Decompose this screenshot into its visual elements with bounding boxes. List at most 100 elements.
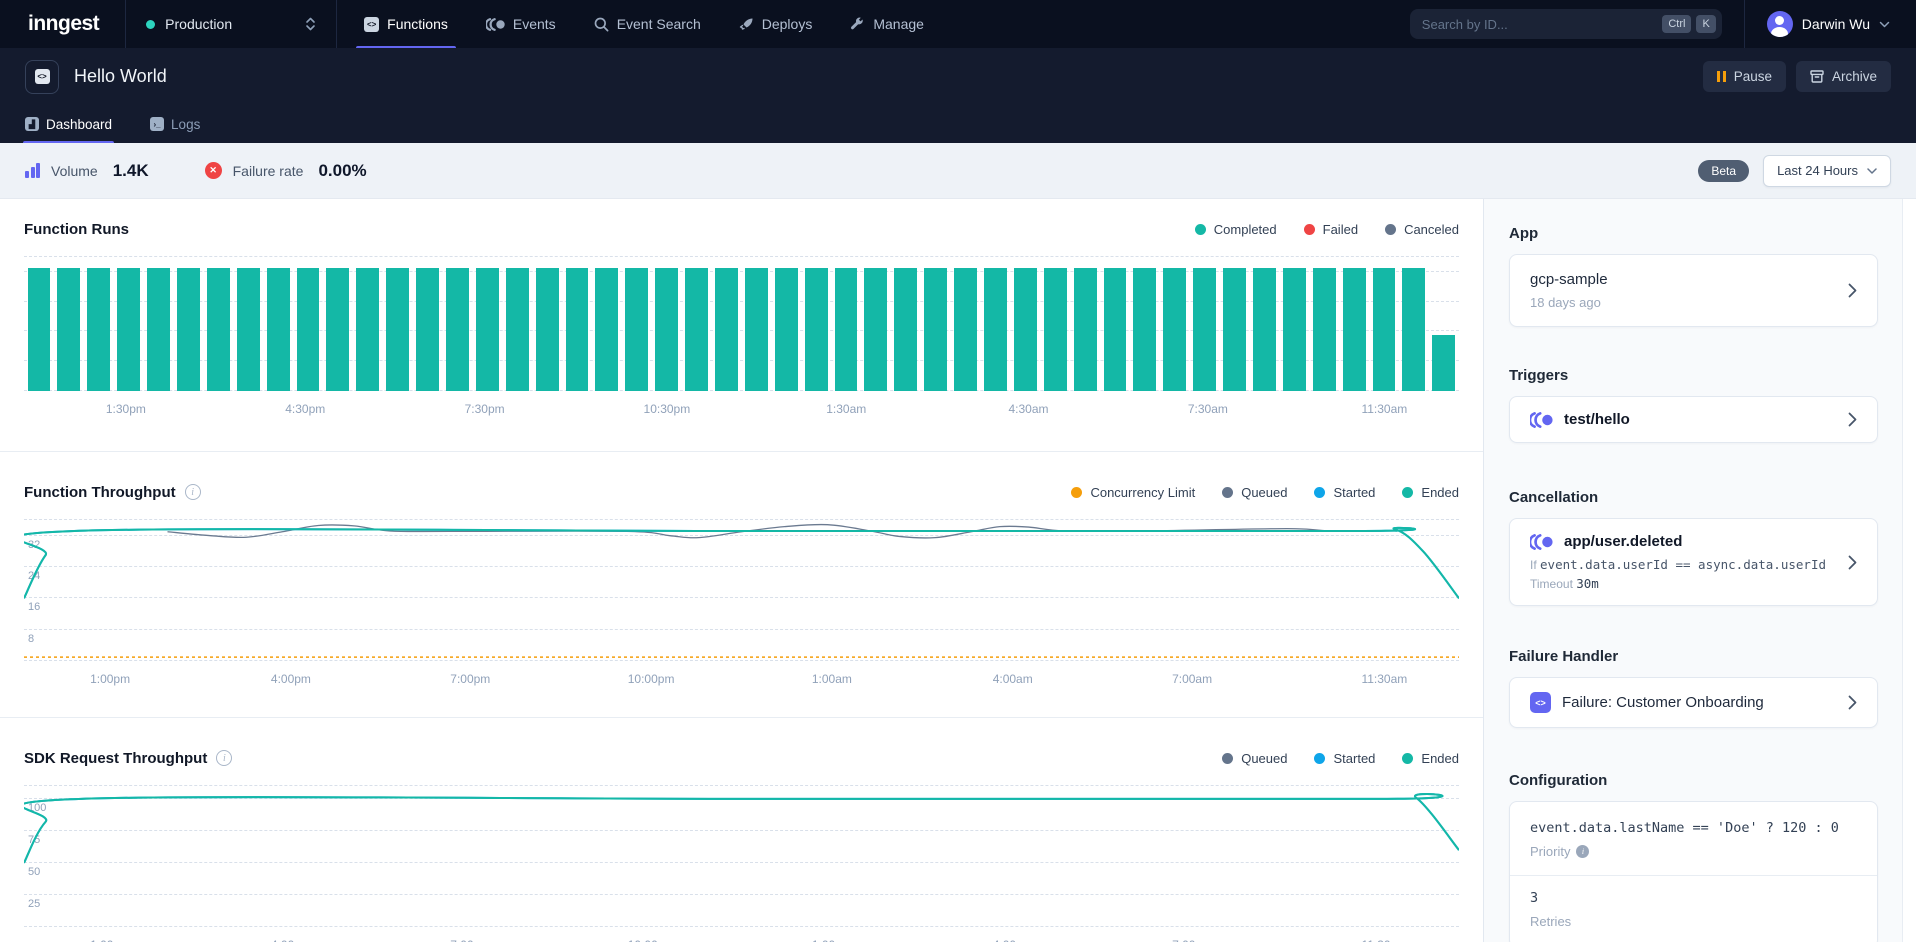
pause-button[interactable]: Pause bbox=[1703, 61, 1786, 92]
nav-tab-functions[interactable]: <> Functions bbox=[364, 0, 448, 48]
function-throughput-plot[interactable]: 8162432 bbox=[24, 520, 1459, 661]
archive-button[interactable]: Archive bbox=[1796, 61, 1891, 92]
bar[interactable] bbox=[984, 268, 1007, 391]
x-tick-label: 11:30am bbox=[1361, 938, 1407, 942]
info-icon[interactable]: i bbox=[216, 750, 232, 766]
bar[interactable] bbox=[1373, 268, 1396, 391]
bar[interactable] bbox=[87, 268, 110, 391]
global-search[interactable]: Ctrl K bbox=[1410, 9, 1722, 39]
legend-label: Queued bbox=[1241, 485, 1287, 500]
legend-item[interactable]: Started bbox=[1314, 751, 1375, 766]
bar[interactable] bbox=[1313, 268, 1336, 391]
chart-legend: Queued Started Ended bbox=[1222, 751, 1459, 766]
bar[interactable] bbox=[117, 268, 140, 391]
volume-icon bbox=[25, 163, 40, 178]
bar[interactable] bbox=[1432, 335, 1455, 391]
bar[interactable] bbox=[326, 268, 349, 391]
time-range-dropdown[interactable]: Last 24 Hours bbox=[1763, 155, 1891, 187]
info-icon[interactable]: i bbox=[185, 484, 201, 500]
nav-tab-deploys[interactable]: Deploys bbox=[739, 0, 813, 48]
bar[interactable] bbox=[1163, 268, 1186, 391]
tab-dashboard[interactable]: ▟ Dashboard bbox=[25, 105, 112, 143]
x-tick-label: 1:00pm bbox=[90, 938, 130, 942]
bar[interactable] bbox=[536, 268, 559, 391]
bar[interactable] bbox=[715, 268, 738, 391]
bar[interactable] bbox=[1223, 268, 1246, 391]
legend-item[interactable]: Started bbox=[1314, 485, 1375, 500]
bar[interactable] bbox=[625, 268, 648, 391]
bar[interactable] bbox=[1133, 268, 1156, 391]
cancellation-card[interactable]: app/user.deleted If event.data.userId ==… bbox=[1509, 518, 1878, 606]
x-tick-label: 1:30pm bbox=[106, 402, 146, 416]
bar[interactable] bbox=[1104, 268, 1127, 391]
bar[interactable] bbox=[416, 268, 439, 391]
bar[interactable] bbox=[1044, 268, 1067, 391]
bar[interactable] bbox=[1283, 268, 1306, 391]
user-menu[interactable]: Darwin Wu bbox=[1744, 0, 1916, 48]
series-ended bbox=[24, 794, 1459, 863]
function-runs-plot[interactable]: 8162432 bbox=[24, 257, 1459, 391]
bar[interactable] bbox=[595, 268, 618, 391]
environment-switcher[interactable]: Production bbox=[126, 16, 336, 32]
timeout-label: Timeout bbox=[1530, 577, 1573, 591]
info-icon[interactable]: i bbox=[1576, 845, 1589, 858]
bar[interactable] bbox=[566, 268, 589, 391]
bar[interactable] bbox=[894, 268, 917, 391]
scrollbar[interactable] bbox=[1902, 199, 1916, 942]
app-name: gcp-sample bbox=[1530, 271, 1608, 288]
bar[interactable] bbox=[655, 268, 678, 391]
failure-handler-card[interactable]: <> Failure: Customer Onboarding bbox=[1509, 677, 1878, 728]
bar[interactable] bbox=[1014, 268, 1037, 391]
user-name: Darwin Wu bbox=[1802, 16, 1870, 32]
legend-item[interactable]: Ended bbox=[1402, 485, 1459, 500]
nav-tab-manage[interactable]: Manage bbox=[850, 0, 924, 48]
legend-item[interactable]: Queued bbox=[1222, 751, 1287, 766]
legend-item[interactable]: Concurrency Limit bbox=[1071, 485, 1195, 500]
bar[interactable] bbox=[297, 268, 320, 391]
sdk-throughput-plot[interactable]: 255075100 bbox=[24, 786, 1459, 927]
bar[interactable] bbox=[476, 268, 499, 391]
bar[interactable] bbox=[835, 268, 858, 391]
bar[interactable] bbox=[1343, 268, 1366, 391]
bar[interactable] bbox=[386, 268, 409, 391]
bar[interactable] bbox=[924, 268, 947, 391]
bar[interactable] bbox=[207, 268, 230, 391]
bar[interactable] bbox=[805, 268, 828, 391]
nav-tab-label: Events bbox=[513, 16, 556, 32]
bar[interactable] bbox=[237, 268, 260, 391]
bar[interactable] bbox=[1193, 268, 1216, 391]
bar[interactable] bbox=[1074, 268, 1097, 391]
app-card[interactable]: gcp-sample 18 days ago bbox=[1509, 254, 1878, 327]
bar[interactable] bbox=[864, 268, 887, 391]
search-input[interactable] bbox=[1422, 17, 1658, 32]
x-tick-label: 7:00pm bbox=[450, 938, 490, 942]
legend-item[interactable]: Completed bbox=[1195, 222, 1277, 237]
x-tick-label: 4:30am bbox=[1008, 402, 1048, 416]
bar[interactable] bbox=[775, 268, 798, 391]
bar[interactable] bbox=[1253, 268, 1276, 391]
nav-tab-event-search[interactable]: Event Search bbox=[594, 0, 701, 48]
bar[interactable] bbox=[745, 268, 768, 391]
nav-tab-events[interactable]: Events bbox=[486, 0, 556, 48]
bar[interactable] bbox=[356, 268, 379, 391]
legend-item[interactable]: Failed bbox=[1304, 222, 1358, 237]
legend-item[interactable]: Ended bbox=[1402, 751, 1459, 766]
bar[interactable] bbox=[1402, 268, 1425, 391]
tab-logs[interactable]: ›_ Logs bbox=[150, 105, 200, 143]
bar[interactable] bbox=[954, 268, 977, 391]
bar[interactable] bbox=[28, 268, 51, 391]
legend-item[interactable]: Canceled bbox=[1385, 222, 1459, 237]
bar[interactable] bbox=[57, 268, 80, 391]
bar[interactable] bbox=[446, 268, 469, 391]
bar[interactable] bbox=[267, 268, 290, 391]
bar[interactable] bbox=[506, 268, 529, 391]
trigger-card[interactable]: test/hello bbox=[1509, 396, 1878, 443]
x-tick-label: 11:30am bbox=[1361, 672, 1407, 686]
bar[interactable] bbox=[685, 268, 708, 391]
bar[interactable] bbox=[177, 268, 200, 391]
configuration-card: event.data.lastName == 'Doe' ? 120 : 0 P… bbox=[1509, 801, 1878, 942]
legend-item[interactable]: Queued bbox=[1222, 485, 1287, 500]
bar[interactable] bbox=[147, 268, 170, 391]
x-tick-label: 7:30pm bbox=[465, 402, 505, 416]
stats-bar: Volume 1.4K ✕ Failure rate 0.00% Beta La… bbox=[0, 143, 1916, 199]
